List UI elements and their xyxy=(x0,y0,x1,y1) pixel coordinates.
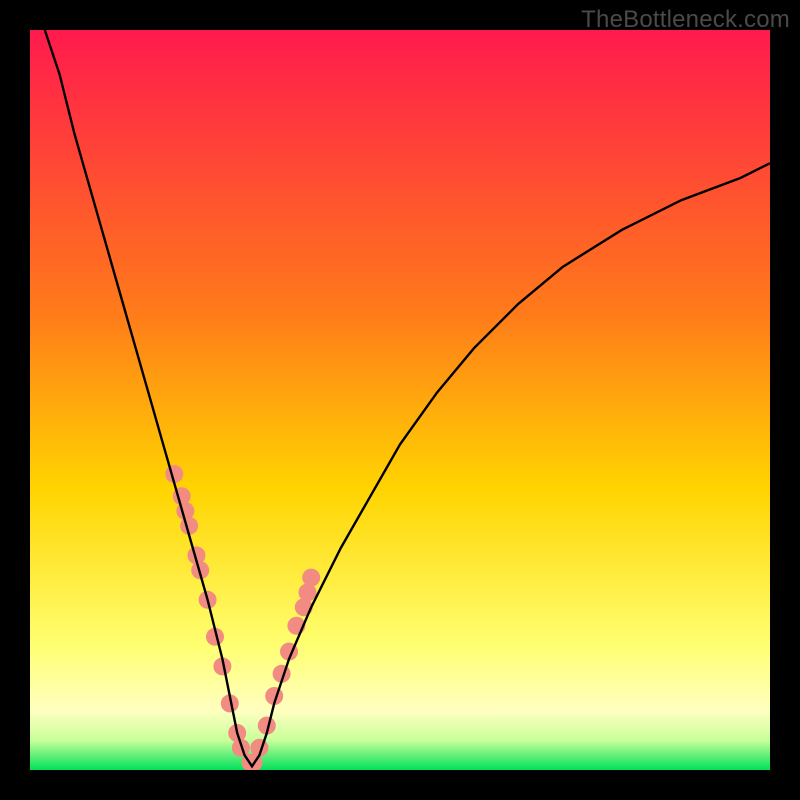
chart-frame: TheBottleneck.com xyxy=(0,0,800,800)
plot-area xyxy=(30,30,770,770)
watermark-text: TheBottleneck.com xyxy=(581,6,790,34)
gradient-background xyxy=(30,30,770,770)
scatter-dot xyxy=(302,569,320,587)
chart-svg xyxy=(30,30,770,770)
